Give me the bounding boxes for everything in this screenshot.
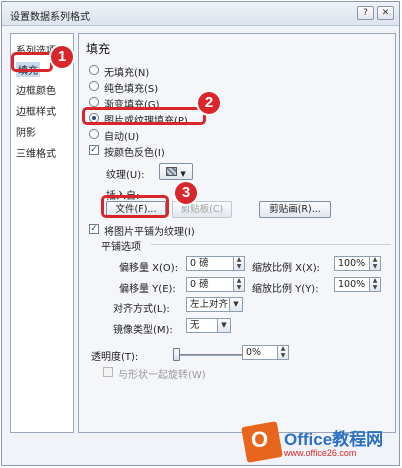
scale-x-input[interactable]: 100% [334, 256, 370, 271]
transparency-spinner[interactable]: ▲ ▼ [278, 345, 289, 360]
transparency-slider-track[interactable] [175, 354, 249, 356]
mirror-type-select[interactable]: 无 [186, 318, 218, 333]
solid-fill-label: 纯色填充(S) [104, 84, 159, 95]
offset-y-label: 偏移量 Y(E): [119, 284, 176, 295]
watermark-site: www.office26.com [284, 448, 357, 458]
sidebar-item-shadow[interactable]: 阴影 [16, 124, 36, 139]
format-data-series-dialog: 设置数据系列格式 ? ✕ 系列选项 填充 边框颜色 边框样式 阴影 三维格式 填… [1, 1, 400, 466]
callout-box-file-button [101, 195, 169, 218]
watermark-brand: Office教程网 [284, 430, 384, 449]
alignment-chevron-down-icon[interactable]: ▼ [230, 297, 243, 312]
gradient-fill-radio[interactable] [89, 97, 99, 107]
texture-swatch-icon [166, 167, 178, 176]
scale-y-spinner[interactable]: ▲ ▼ [370, 277, 381, 292]
transparency-slider-thumb[interactable] [173, 348, 180, 361]
mirror-type-chevron-down-icon[interactable]: ▼ [218, 318, 231, 333]
rotate-with-shape-checkbox[interactable] [103, 367, 113, 377]
automatic-fill-radio[interactable] [89, 129, 99, 139]
alignment-label: 对齐方式(L): [113, 304, 170, 315]
tile-picture-label: 将图片平铺为纹理(I) [104, 227, 195, 238]
close-button[interactable]: ✕ [377, 6, 394, 20]
category-list: 系列选项 填充 边框颜色 边框样式 阴影 三维格式 [10, 33, 74, 433]
scale-x-spinner[interactable]: ▲ ▼ [370, 256, 381, 271]
scale-y-input[interactable]: 100% [334, 277, 370, 292]
chevron-down-icon: ▼ [180, 170, 186, 178]
title-bar: 设置数据系列格式 ? ✕ [2, 2, 399, 26]
transparency-label: 透明度(T): [91, 352, 139, 363]
sidebar-item-border-color[interactable]: 边框颜色 [16, 82, 56, 97]
transparency-input[interactable]: 0% [242, 345, 278, 360]
mirror-type-label: 镜像类型(M): [113, 325, 173, 336]
help-button[interactable]: ? [357, 6, 374, 20]
alignment-select[interactable]: 左上对齐 [186, 297, 230, 312]
invert-if-negative-checkbox[interactable]: ✓ [89, 145, 99, 155]
tiling-options-heading: 平铺选项 [101, 242, 141, 253]
offset-y-spinner[interactable]: ▲ ▼ [234, 277, 245, 292]
scale-x-label: 缩放比例 X(X): [252, 263, 321, 274]
step-badge-2: 2 [198, 92, 220, 114]
invert-if-negative-label: 按颜色反色(I) [104, 148, 165, 159]
offset-y-input[interactable]: 0 磅 [186, 277, 234, 292]
tiling-options-divider [151, 244, 391, 245]
step-badge-3: 3 [175, 182, 197, 204]
solid-fill-radio[interactable] [89, 81, 99, 91]
clipboard-button[interactable]: 剪贴板(C) [172, 201, 232, 218]
rotate-with-shape-label: 与形状一起旋转(W) [118, 370, 206, 381]
callout-box-fill-category [11, 52, 53, 72]
texture-dropdown[interactable]: ▼ [159, 163, 193, 180]
sidebar-item-border-style[interactable]: 边框样式 [16, 103, 56, 118]
logo-letter: O [251, 427, 269, 452]
sidebar-item-3d-format[interactable]: 三维格式 [16, 145, 56, 160]
clipart-button[interactable]: 剪贴画(R)... [259, 201, 331, 218]
offset-x-spinner[interactable]: ▲ ▼ [234, 256, 245, 271]
offset-x-label: 偏移量 X(O): [119, 263, 179, 274]
site-watermark: O Office教程网 www.office26.com [240, 421, 400, 466]
fill-heading: 填充 [86, 42, 111, 56]
fill-panel: 填充 无填充(N) 纯色填充(S) 渐变填充(G) 图片或纹理填充(P) 自动(… [78, 33, 396, 433]
dialog-title: 设置数据系列格式 [10, 12, 90, 23]
scale-y-label: 缩放比例 Y(Y): [252, 284, 319, 295]
no-fill-radio[interactable] [89, 65, 99, 75]
no-fill-label: 无填充(N) [104, 68, 150, 79]
callout-box-picture-fill [82, 107, 206, 125]
texture-label: 纹理(U): [106, 170, 145, 181]
offset-x-input[interactable]: 0 磅 [186, 256, 234, 271]
tile-picture-checkbox[interactable]: ✓ [89, 224, 99, 234]
automatic-fill-label: 自动(U) [104, 132, 140, 143]
step-badge-1: 1 [51, 46, 73, 68]
